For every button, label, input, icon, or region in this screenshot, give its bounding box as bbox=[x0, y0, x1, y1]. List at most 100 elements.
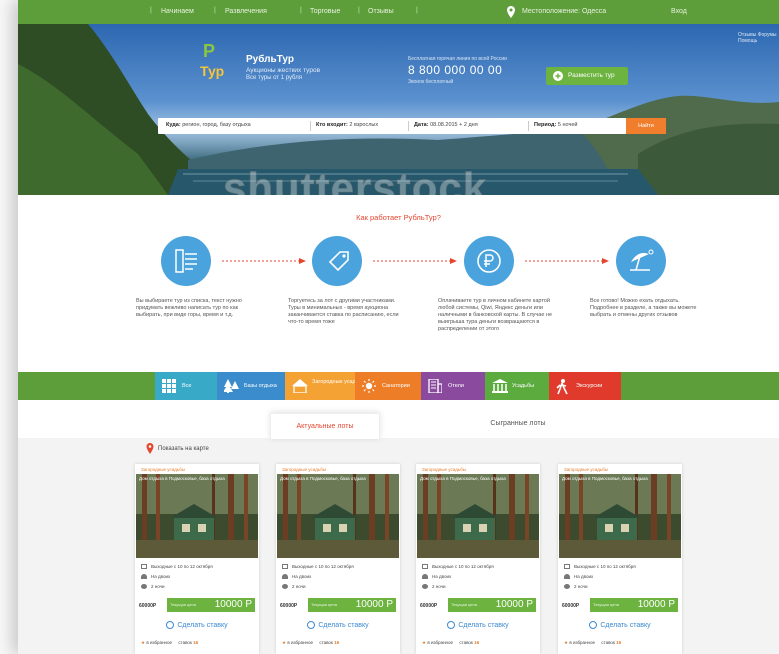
lot-photo[interactable]: Дом отдыха в Подмосковье, база отдыха bbox=[559, 474, 681, 558]
bids-count: 16 bbox=[193, 640, 199, 645]
star-icon[interactable]: ★ bbox=[282, 640, 286, 645]
add-to-favorites-link[interactable]: в избранное bbox=[287, 640, 313, 645]
category-manors[interactable]: Усадьбы bbox=[485, 372, 549, 400]
category-recreation-bases[interactable]: Базы отдыха bbox=[217, 372, 285, 400]
category-all-label: Все bbox=[182, 383, 192, 389]
hotel-icon bbox=[428, 379, 442, 393]
lot-footer: ★ в избранное ставок 16 bbox=[422, 640, 479, 646]
brand-tagline: Аукционы жестких туров bbox=[246, 67, 321, 74]
people-icon bbox=[564, 574, 570, 580]
star-icon[interactable]: ★ bbox=[141, 640, 145, 645]
nav-separator: | bbox=[214, 7, 216, 14]
lot-people-text: На двоих bbox=[574, 574, 594, 579]
nav-item-start[interactable]: Начинаем bbox=[161, 8, 194, 15]
location-selector[interactable]: Местоположение: Одесса bbox=[522, 8, 606, 15]
plus-circle-icon bbox=[166, 621, 175, 629]
top-navigation: | Начинаем | Развлечения | Торговые | От… bbox=[18, 0, 779, 24]
bids-count: 16 bbox=[334, 640, 340, 645]
calendar-icon bbox=[141, 564, 147, 570]
search-date-label: Дата: bbox=[414, 122, 429, 128]
lot-nights: 2 ночи bbox=[282, 584, 306, 590]
lot-category[interactable]: Загородные усадьбы bbox=[564, 467, 608, 472]
people-icon bbox=[141, 574, 147, 580]
add-to-favorites-link[interactable]: в избранное bbox=[569, 640, 595, 645]
search-period-field[interactable]: Период: 5 ночей bbox=[534, 122, 577, 128]
tag-icon bbox=[328, 251, 349, 272]
lot-caption: Дом отдыха в Подмосковье, база отдыха bbox=[562, 476, 648, 481]
tab-active-lots[interactable]: Актуальные лоты bbox=[270, 413, 380, 439]
nav-separator: | bbox=[416, 7, 418, 14]
lot-photo[interactable]: Дом отдыха в Подмосковье, база отдыха bbox=[277, 474, 399, 558]
category-sanatoriums-label: Санатории bbox=[382, 383, 410, 389]
lot-current-price: 10000 Р bbox=[355, 599, 393, 610]
nav-item-trading[interactable]: Торговые bbox=[310, 8, 340, 15]
step-bid-text: Торгуетесь за лот с другими участниками.… bbox=[288, 298, 399, 325]
bids-label: ставок bbox=[319, 640, 333, 645]
tab-played-lots[interactable]: Сыгранные лоты bbox=[458, 420, 578, 427]
lot-category[interactable]: Загородные усадьбы bbox=[422, 467, 466, 472]
category-country-estates[interactable]: Загородные усадьбы bbox=[285, 372, 366, 400]
category-bar: Все Базы отдыха Загородные усадьбы Санат… bbox=[18, 372, 779, 400]
nav-separator: | bbox=[150, 7, 152, 14]
divider bbox=[408, 121, 409, 131]
lot-category[interactable]: Загородные усадьбы bbox=[141, 467, 185, 472]
lot-photo[interactable]: Дом отдыха в Подмосковье, база отдыха bbox=[417, 474, 539, 558]
lot-people: На двоих bbox=[282, 574, 311, 580]
category-sanatoriums[interactable]: Санатории bbox=[355, 372, 421, 400]
lot-old-price: 60000Р bbox=[139, 603, 157, 609]
add-to-favorites-link[interactable]: в избранное bbox=[427, 640, 453, 645]
category-excursions[interactable]: Экскурсии bbox=[549, 372, 621, 400]
search-where-label: Куда: bbox=[166, 122, 181, 128]
arrow-right-icon bbox=[525, 258, 609, 264]
star-icon[interactable]: ★ bbox=[422, 640, 426, 645]
show-on-map-link[interactable]: Показать на карте bbox=[158, 446, 209, 452]
search-date-field[interactable]: Дата: 08.08.2015 + 2 дня bbox=[414, 122, 478, 128]
place-bid-button[interactable]: Сделать ставку bbox=[135, 621, 259, 629]
cabin-in-forest-photo bbox=[417, 474, 539, 558]
lot-card[interactable]: Загородные усадьбы Дом отдыха в Подмосков… bbox=[558, 464, 682, 654]
calendar-icon bbox=[282, 564, 288, 570]
corner-links[interactable]: Отзывы Форумы Помощь bbox=[738, 32, 778, 44]
search-guests-field[interactable]: Кто входит: 2 взрослых bbox=[316, 122, 378, 128]
lot-photo[interactable]: Дом отдыха в Подмосковье, база отдыха bbox=[136, 474, 258, 558]
lot-dates: Выходные с 10 по 12 октября bbox=[141, 564, 213, 570]
search-button-label: Найти bbox=[638, 123, 654, 129]
lot-dates-text: Выходные с 10 по 12 октября bbox=[292, 564, 354, 569]
place-bid-button[interactable]: Сделать ставку bbox=[276, 621, 400, 629]
category-hotels[interactable]: Отели bbox=[421, 372, 485, 400]
lot-card[interactable]: Загородные усадьбы Дом отдыха в Подмосков… bbox=[135, 464, 259, 654]
add-tour-label: Разместить тур bbox=[568, 72, 615, 79]
add-tour-button[interactable]: Разместить тур bbox=[546, 67, 628, 85]
grid-icon bbox=[162, 379, 176, 393]
lot-dates: Выходные с 10 по 12 октября bbox=[564, 564, 636, 570]
star-icon[interactable]: ★ bbox=[564, 640, 568, 645]
lot-category[interactable]: Загородные усадьбы bbox=[282, 467, 326, 472]
lot-card[interactable]: Загородные усадьбы Дом отдыха в Подмосков… bbox=[416, 464, 540, 654]
search-button[interactable]: Найти bbox=[626, 118, 666, 134]
nav-item-reviews[interactable]: Отзывы bbox=[368, 8, 394, 15]
place-bid-button[interactable]: Сделать ставку bbox=[416, 621, 540, 629]
lot-caption: Дом отдыха в Подмосковье, база отдыха bbox=[280, 476, 366, 481]
lot-dates: Выходные с 10 по 12 октября bbox=[282, 564, 354, 570]
rubltur-logo-icon[interactable]: P Тур bbox=[200, 39, 234, 79]
moon-icon bbox=[282, 584, 288, 590]
place-bid-button[interactable]: Сделать ставку bbox=[558, 621, 682, 629]
lot-card[interactable]: Загородные усадьбы Дом отдыха в Подмосков… bbox=[276, 464, 400, 654]
lot-footer: ★ в избранное ставок 16 bbox=[282, 640, 339, 646]
cabin-in-forest-photo bbox=[136, 474, 258, 558]
search-date-value: 08.08.2015 + 2 дня bbox=[430, 122, 478, 128]
login-link[interactable]: Вход bbox=[671, 8, 687, 15]
website-mockup: | Начинаем | Развлечения | Торговые | От… bbox=[18, 0, 779, 654]
category-all[interactable]: Все bbox=[155, 372, 217, 400]
lot-price-label: Текущая цена bbox=[451, 602, 477, 607]
bids-count: 16 bbox=[474, 640, 480, 645]
nav-item-entertainment[interactable]: Развлечения bbox=[225, 8, 267, 15]
people-icon bbox=[422, 574, 428, 580]
hiker-icon bbox=[556, 379, 568, 395]
phone-number[interactable]: 8 800 000 00 00 bbox=[408, 63, 502, 77]
search-where-field[interactable]: Куда: регион, город, базу отдыха bbox=[166, 122, 251, 128]
plus-circle-icon bbox=[589, 621, 598, 629]
add-to-favorites-link[interactable]: в избранное bbox=[146, 640, 172, 645]
svg-text:P: P bbox=[203, 41, 215, 61]
lot-current-price-box: Текущая цена 10000 Р bbox=[167, 598, 255, 612]
